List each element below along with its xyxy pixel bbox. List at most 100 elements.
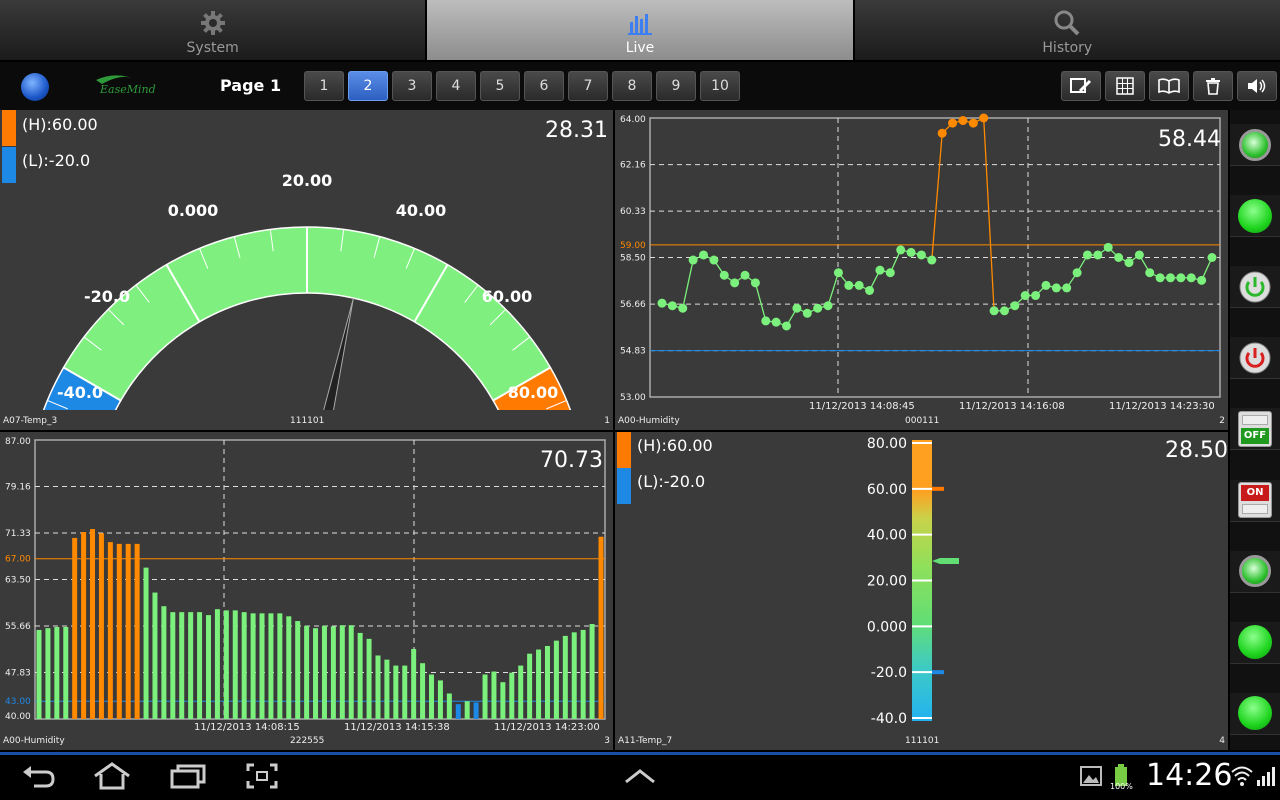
y-tick-label: 40.00 [5, 712, 31, 722]
data-point [1197, 275, 1207, 285]
y-tick-label: 47.83 [5, 669, 31, 679]
page-button-10[interactable]: 10 [700, 71, 740, 101]
bar [420, 663, 426, 719]
gauge-panel[interactable]: (H):60.00 (L):-20.0 28.31 -40.0 -20.0 0.00… [0, 110, 613, 430]
bar [295, 621, 301, 719]
home-icon[interactable] [92, 762, 132, 790]
page-button-9[interactable]: 9 [656, 71, 696, 101]
bar [250, 613, 256, 719]
led-indicator-button[interactable] [1230, 621, 1280, 664]
bar [241, 612, 247, 719]
edit-button[interactable] [1061, 71, 1101, 101]
data-point [709, 255, 719, 265]
data-point [802, 308, 812, 318]
sound-button[interactable] [1237, 71, 1277, 101]
bar [411, 648, 417, 719]
power-off-button[interactable] [1230, 337, 1280, 380]
thermometer-gauge: 80.00 60.00 40.00 20.00 0.000 -20.0 -40.0 [867, 436, 959, 727]
toggle-off-switch[interactable]: OFF [1230, 408, 1280, 451]
bar [375, 655, 381, 719]
recent-apps-icon[interactable] [170, 763, 206, 789]
bar [357, 632, 363, 719]
grid-button[interactable] [1105, 71, 1145, 101]
sensor-code: 111101 [290, 416, 325, 426]
led-indicator-button[interactable] [1230, 124, 1280, 166]
data-point [833, 268, 843, 278]
data-point [771, 317, 781, 327]
bar [518, 665, 524, 719]
data-point [1186, 273, 1196, 283]
y-tick-label: 64.00 [620, 115, 646, 125]
bar [179, 612, 185, 719]
gallery-icon [1080, 766, 1102, 786]
panel-footer: A00-Humidity 222555 3 [0, 730, 613, 750]
gauge-tick-label: -40.0 [57, 383, 103, 402]
led-icon [1238, 198, 1272, 233]
tab-system[interactable]: System [0, 0, 428, 60]
data-point [1145, 268, 1155, 278]
y-tick-label: 56.66 [620, 300, 646, 310]
gauge-tick-label: 80.00 [508, 383, 559, 402]
tab-live[interactable]: Live [427, 0, 855, 60]
toggle-on-label: ON [1241, 485, 1269, 501]
page-button-2[interactable]: 2 [348, 71, 388, 101]
book-button[interactable] [1149, 71, 1189, 101]
data-point [1207, 253, 1217, 262]
data-point [1114, 253, 1124, 262]
nav-divider [0, 752, 1280, 755]
back-icon[interactable] [20, 764, 56, 790]
delete-button[interactable] [1193, 71, 1233, 101]
bar [313, 628, 319, 719]
bar [429, 674, 435, 719]
page-button-4[interactable]: 4 [436, 71, 476, 101]
thermo-tick-label: 0.000 [867, 619, 907, 635]
chevron-up-icon[interactable] [624, 768, 656, 784]
led-indicator-button[interactable] [1230, 550, 1280, 593]
page-button-3[interactable]: 3 [392, 71, 432, 101]
bar [446, 693, 452, 719]
panel-index: 4 [1219, 736, 1225, 746]
bar [54, 626, 60, 719]
series-segment [983, 117, 995, 311]
live-chart-icon [627, 14, 652, 35]
page-button-5[interactable]: 5 [480, 71, 520, 101]
data-point [958, 116, 968, 126]
bar [223, 610, 229, 719]
data-point [916, 250, 926, 260]
power-on-button[interactable] [1230, 266, 1280, 309]
tab-bar: System Live History [0, 0, 1280, 62]
data-point [1010, 301, 1020, 311]
data-point [1062, 283, 1072, 293]
sensor-name: A00-Humidity [618, 416, 680, 426]
x-tick-label: 11/12/2013 14:16:08 [959, 401, 1065, 410]
page-button-8[interactable]: 8 [612, 71, 652, 101]
bar [384, 659, 390, 719]
toggle-on-switch[interactable]: ON [1230, 479, 1280, 522]
page-button-6[interactable]: 6 [524, 71, 564, 101]
line-chart-panel[interactable]: 64.00 62.16 60.33 58.50 56.66 54.83 53.00 59.00… [615, 110, 1228, 430]
book-icon [1158, 78, 1180, 94]
thermometer-panel[interactable]: (H):60.00 (L):-20.0 28.50 80.00 60.00 40.0… [615, 432, 1228, 750]
bar [98, 533, 104, 719]
data-point [906, 247, 916, 257]
low-limit-marker [932, 670, 944, 675]
page-button-1[interactable]: 1 [304, 71, 344, 101]
data-point [989, 306, 999, 316]
x-tick-label: 11/12/2013 14:08:45 [809, 401, 915, 410]
sensor-code: 111101 [905, 736, 940, 746]
bar-chart-panel[interactable]: 87.00 79.16 71.33 63.50 55.66 47.83 40.00 67.00… [0, 432, 613, 750]
data-point [657, 298, 667, 308]
sensor-code: 000111 [905, 416, 940, 426]
page-button-7[interactable]: 7 [568, 71, 608, 101]
tab-system-label: System [186, 40, 239, 56]
led-indicator-button[interactable] [1230, 195, 1280, 238]
x-tick-label: 11/12/2013 14:23:30 [1109, 401, 1215, 410]
trash-icon [1206, 78, 1220, 95]
tab-history[interactable]: History [854, 0, 1280, 60]
screenshot-icon[interactable] [246, 763, 278, 789]
bar [170, 612, 176, 719]
bar [197, 612, 203, 719]
y-tick-label: 58.50 [620, 254, 646, 264]
y-tick-label: 60.33 [620, 207, 646, 217]
led-indicator-button[interactable] [1230, 692, 1280, 735]
